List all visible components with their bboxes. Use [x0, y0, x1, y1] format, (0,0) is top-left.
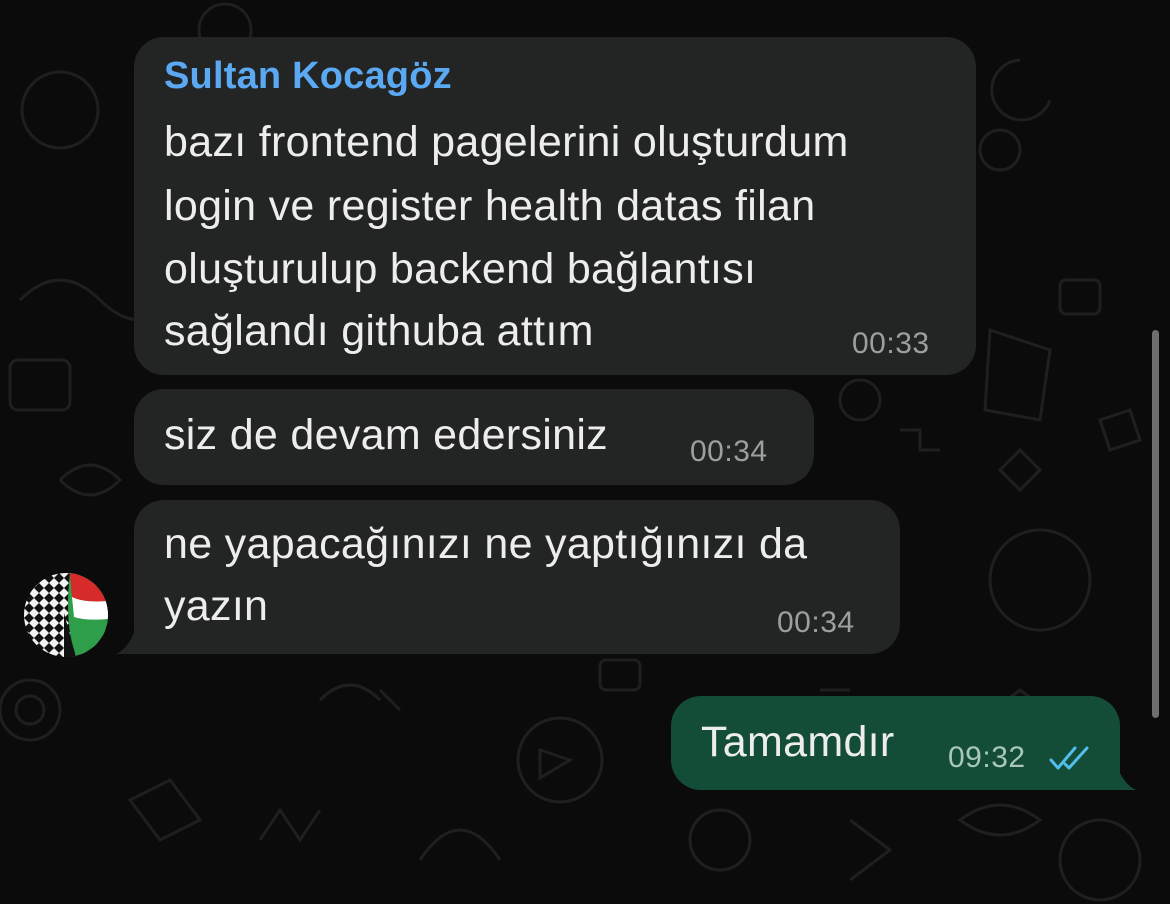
sender-name[interactable]: Sultan Kocagöz	[164, 55, 452, 98]
double-check-icon	[1049, 746, 1089, 770]
scrollbar-thumb[interactable]	[1152, 330, 1159, 718]
message-text-line: login ve register health datas filan	[164, 182, 816, 230]
message-timestamp: 09:32	[948, 741, 1026, 774]
message-timestamp: 00:33	[852, 327, 930, 360]
message-timestamp: 00:34	[777, 606, 855, 639]
outgoing-bubble-tail	[1100, 758, 1136, 790]
incoming-message-bubble[interactable]: siz de devam edersiniz 00:34	[134, 389, 814, 485]
outgoing-message-bubble[interactable]: Tamamdır 09:32	[671, 696, 1120, 790]
message-text-line: Tamamdır	[701, 718, 895, 766]
message-text-line: ne yapacağınızı ne yaptığınızı da	[164, 520, 808, 568]
message-text-line: sağlandı githuba attım	[164, 307, 594, 355]
contact-avatar[interactable]	[24, 573, 108, 657]
message-timestamp: 00:34	[690, 435, 768, 468]
message-text-line: yazın	[164, 582, 269, 630]
message-text-line: bazı frontend pagelerini oluşturdum	[164, 118, 849, 166]
incoming-bubble-tail	[116, 622, 152, 654]
incoming-message-bubble[interactable]: Sultan Kocagöz bazı frontend pagelerini …	[134, 37, 976, 375]
incoming-message-bubble[interactable]: ne yapacağınızı ne yaptığınızı da yazın …	[134, 500, 900, 654]
avatar-image	[24, 573, 108, 657]
message-text-line: oluşturulup backend bağlantısı	[164, 245, 757, 293]
message-text-line: siz de devam edersiniz	[164, 411, 608, 459]
